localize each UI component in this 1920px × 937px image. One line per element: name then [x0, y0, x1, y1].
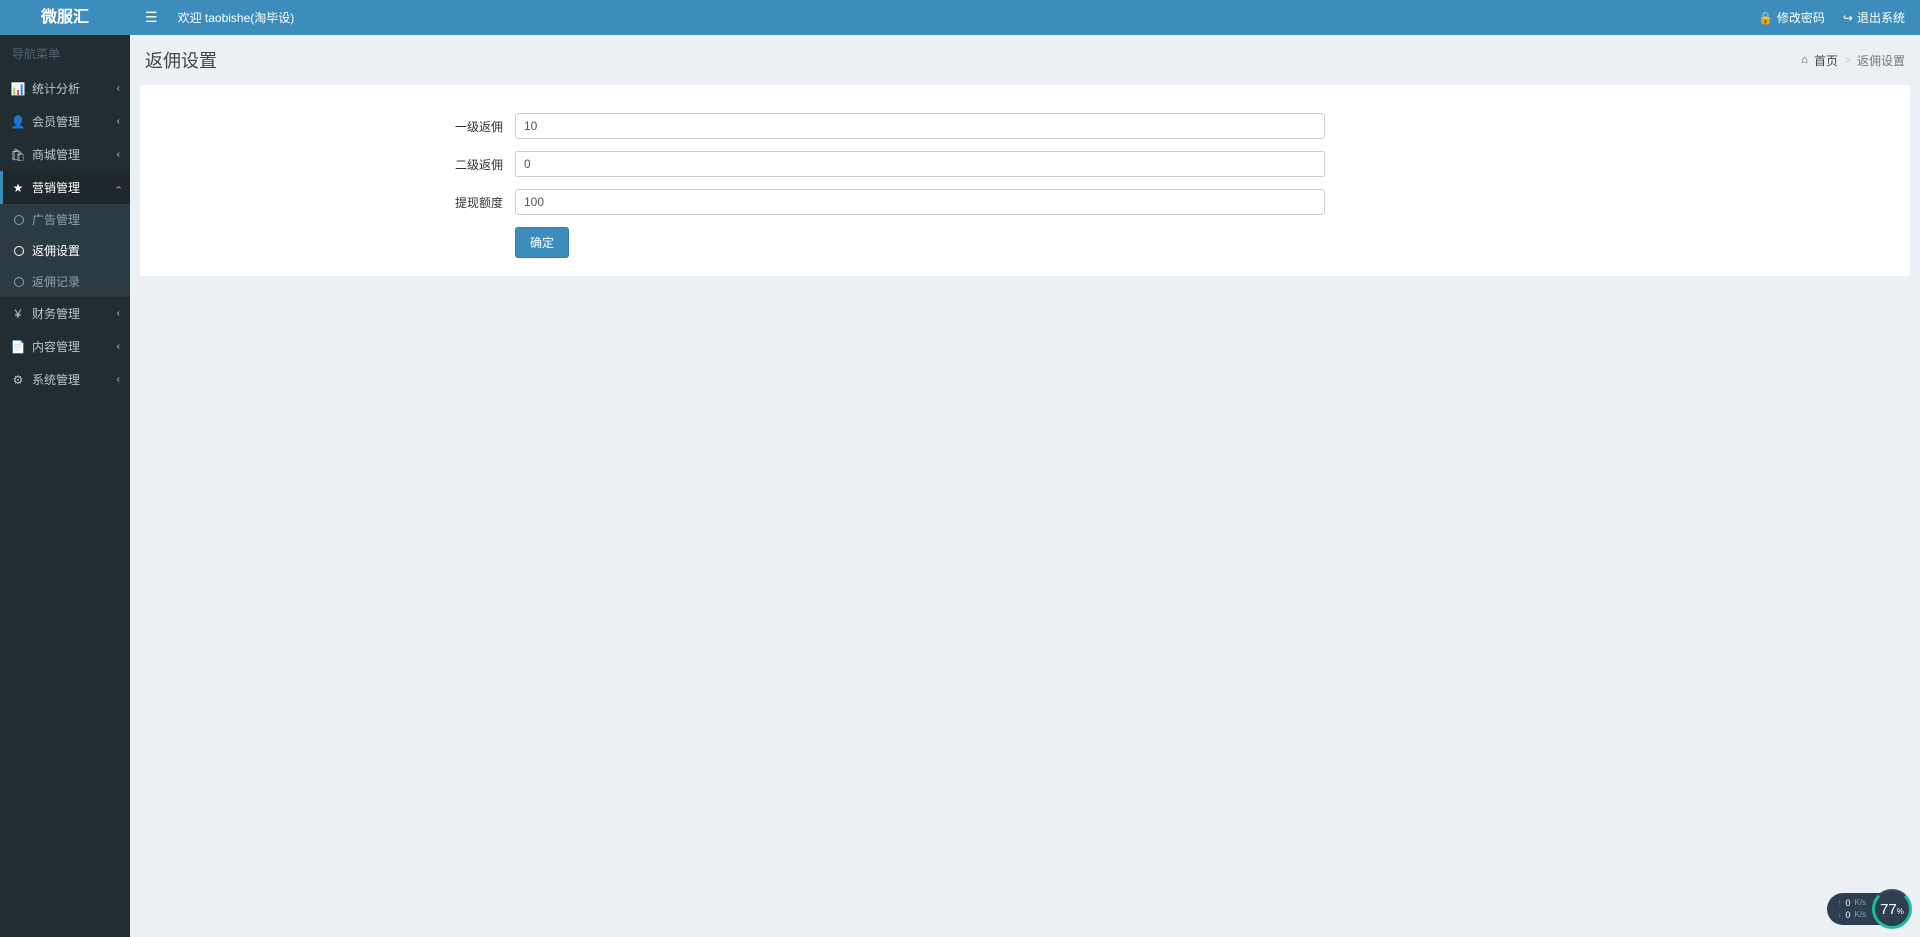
sidebar-item-label: 会员管理	[32, 113, 117, 130]
level1-input[interactable]	[515, 113, 1325, 139]
upload-speed: 0	[1845, 897, 1850, 909]
level2-input[interactable]	[515, 151, 1325, 177]
change-password-label: 修改密码	[1777, 9, 1825, 26]
sidebar: 导航菜单 📊 统计分析 ‹ 👤 会员管理 ‹ 🛍 商城管理 ‹ ★ 营销管理 ‹	[0, 35, 130, 937]
chevron-left-icon: ‹	[117, 116, 120, 127]
bag-icon: 🛍	[10, 148, 26, 162]
sidebar-item-finance[interactable]: ¥ 财务管理 ‹	[0, 297, 130, 330]
chart-icon: 📊	[10, 82, 26, 96]
upload-unit: K/s	[1854, 897, 1866, 909]
circle-icon	[14, 246, 24, 256]
chevron-left-icon: ‹	[117, 149, 120, 160]
network-monitor-widget[interactable]: ↑ 0 K/s ↓ 0 K/s 77%	[1827, 889, 1912, 929]
subitem-label: 返佣记录	[32, 273, 80, 290]
brand-logo[interactable]: 微服汇	[0, 0, 130, 35]
breadcrumb-current: 返佣设置	[1857, 52, 1905, 69]
sidebar-item-marketing[interactable]: ★ 营销管理 ‹	[0, 171, 130, 204]
sidebar-item-members[interactable]: 👤 会员管理 ‹	[0, 105, 130, 138]
home-icon: ⌂	[1801, 54, 1808, 66]
subitem-rebate-records[interactable]: 返佣记录	[0, 266, 130, 297]
level2-label: 二级返佣	[140, 156, 515, 173]
sidebar-item-label: 统计分析	[32, 80, 117, 97]
sidebar-item-label: 营销管理	[32, 179, 117, 196]
sidebar-item-label: 内容管理	[32, 338, 117, 355]
submit-button[interactable]: 确定	[515, 227, 569, 258]
usage-percent: 77%	[1880, 901, 1904, 918]
marketing-submenu: 广告管理 返佣设置 返佣记录	[0, 204, 130, 297]
breadcrumb: ⌂ 首页 > 返佣设置	[1801, 52, 1905, 69]
form-box: 一级返佣 二级返佣 提现额度	[140, 85, 1910, 276]
sidebar-item-stats[interactable]: 📊 统计分析 ‹	[0, 72, 130, 105]
sidebar-item-label: 系统管理	[32, 371, 117, 388]
chevron-left-icon: ‹	[117, 83, 120, 94]
level1-label: 一级返佣	[140, 118, 515, 135]
user-icon: 👤	[10, 115, 26, 129]
sidebar-title: 导航菜单	[0, 35, 130, 72]
withdraw-input[interactable]	[515, 189, 1325, 215]
circle-icon	[14, 277, 24, 287]
chevron-down-icon: ‹	[113, 186, 124, 189]
breadcrumb-separator: >	[1844, 53, 1851, 67]
subitem-label: 返佣设置	[32, 242, 80, 259]
menu-toggle-icon[interactable]: ☰	[145, 9, 158, 26]
yen-icon: ¥	[10, 307, 26, 321]
sidebar-item-system[interactable]: ⚙ 系统管理 ‹	[0, 363, 130, 396]
subitem-rebate-settings[interactable]: 返佣设置	[0, 235, 130, 266]
lock-icon: 🔒	[1758, 11, 1773, 25]
download-unit: K/s	[1854, 909, 1866, 921]
sidebar-item-label: 财务管理	[32, 305, 117, 322]
logout-label: 退出系统	[1857, 9, 1905, 26]
subitem-label: 广告管理	[32, 211, 80, 228]
download-speed: 0	[1845, 909, 1850, 921]
sidebar-item-mall[interactable]: 🛍 商城管理 ‹	[0, 138, 130, 171]
sidebar-item-label: 商城管理	[32, 146, 117, 163]
withdraw-label: 提现额度	[140, 194, 515, 211]
logout-link[interactable]: ↪ 退出系统	[1843, 9, 1905, 26]
subitem-ad-manage[interactable]: 广告管理	[0, 204, 130, 235]
breadcrumb-home[interactable]: 首页	[1814, 52, 1838, 69]
circle-icon	[14, 215, 24, 225]
chevron-left-icon: ‹	[117, 341, 120, 352]
gear-icon: ⚙	[10, 373, 26, 387]
arrow-down-icon: ↓	[1837, 909, 1841, 921]
file-icon: 📄	[10, 340, 26, 354]
signout-icon: ↪	[1843, 11, 1853, 25]
page-title: 返佣设置	[145, 47, 217, 73]
arrow-up-icon: ↑	[1837, 897, 1841, 909]
sidebar-item-content[interactable]: 📄 内容管理 ‹	[0, 330, 130, 363]
change-password-link[interactable]: 🔒 修改密码	[1758, 9, 1825, 26]
chevron-left-icon: ‹	[117, 374, 120, 385]
star-icon: ★	[10, 181, 26, 195]
chevron-left-icon: ‹	[117, 308, 120, 319]
welcome-text: 欢迎 taobishe(淘毕设)	[178, 9, 295, 26]
usage-circle: 77%	[1872, 889, 1912, 929]
